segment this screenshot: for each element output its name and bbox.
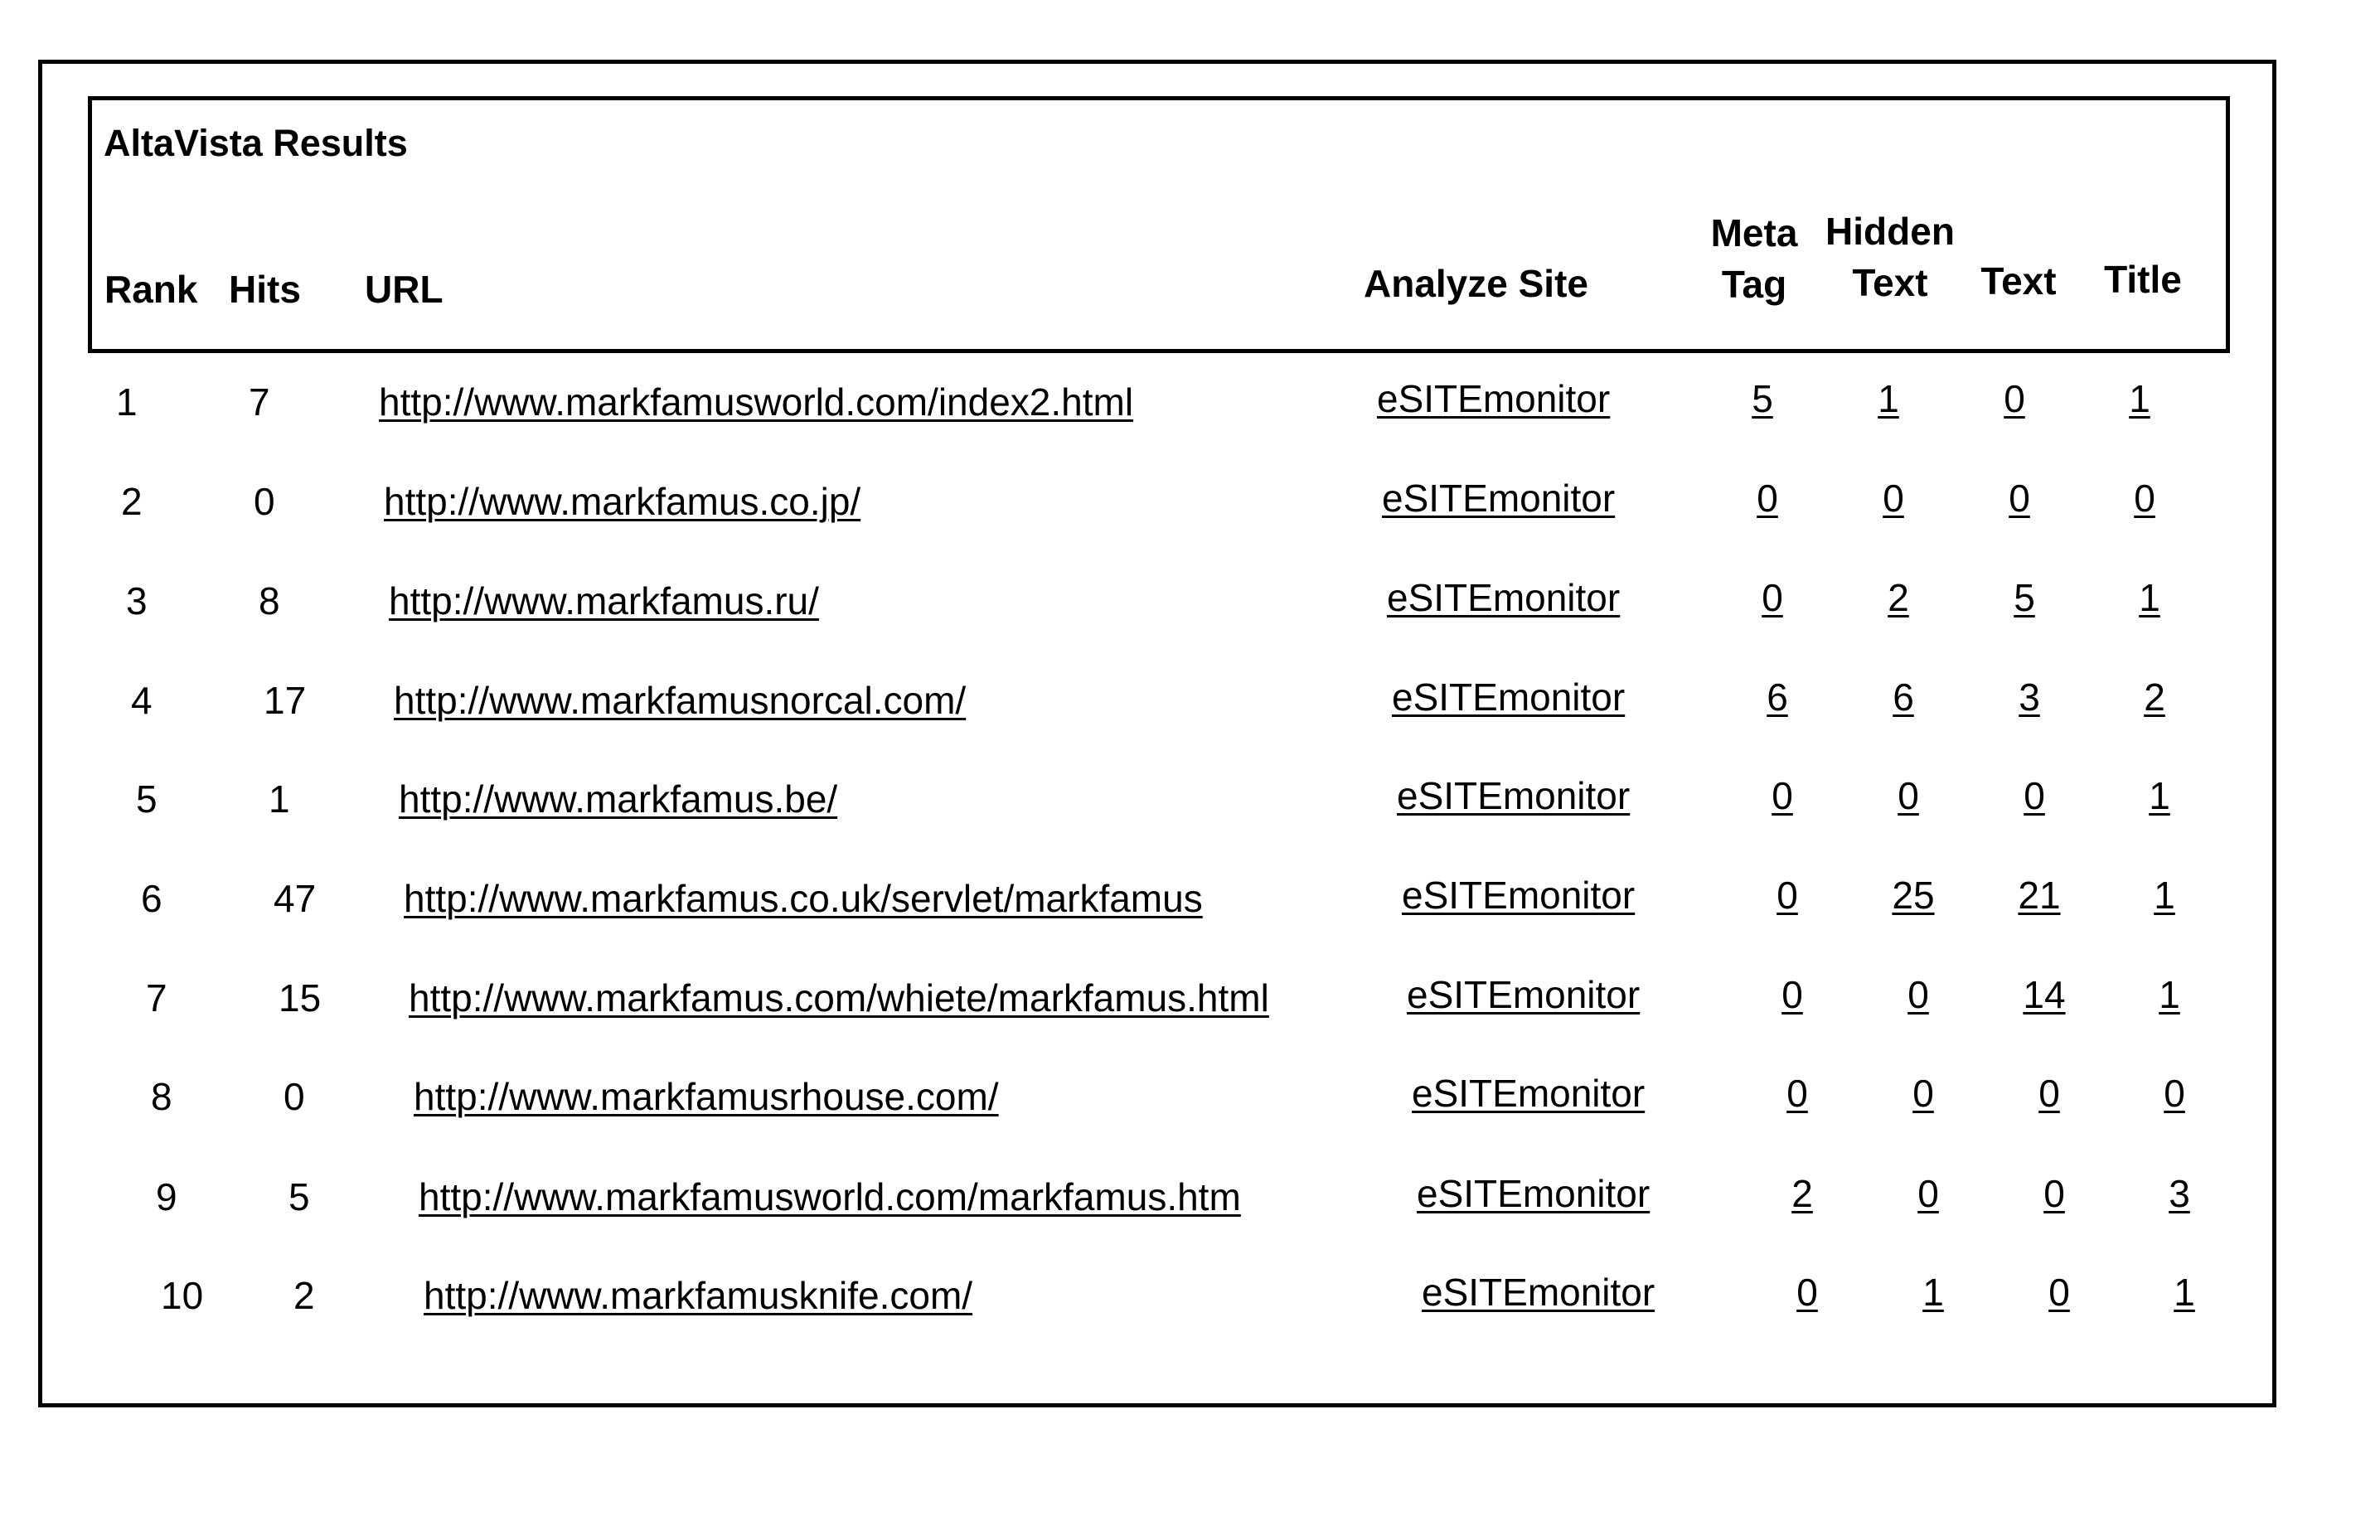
hidden-text-link[interactable]: 1 <box>1839 380 1938 418</box>
header-text: Text <box>1980 259 2057 303</box>
title-link[interactable]: 1 <box>2135 1273 2234 1311</box>
text-link[interactable]: 5 <box>1975 579 2074 617</box>
hits-cell: 8 <box>259 579 280 622</box>
meta-tag-link[interactable]: 0 <box>1718 479 1817 517</box>
meta-tag-link[interactable]: 5 <box>1713 380 1812 418</box>
meta-tag-link[interactable]: 0 <box>1733 777 1832 815</box>
hidden-text-link[interactable]: 0 <box>1878 1174 1978 1213</box>
analyze-site-link[interactable]: eSITEmonitor <box>1412 1074 1645 1112</box>
url-link[interactable]: http://www.markfamusworld.com/index2.htm… <box>379 383 1133 421</box>
hidden-text-link[interactable]: 2 <box>1849 579 1948 617</box>
hidden-text-link[interactable]: 0 <box>1844 479 1943 517</box>
rank-cell: 3 <box>126 579 148 622</box>
header-meta-tag: Meta Tag <box>1696 207 1812 310</box>
hits-cell: 15 <box>279 976 322 1019</box>
hits-cell: 17 <box>264 679 307 722</box>
rank-cell: 7 <box>146 976 167 1019</box>
url-link[interactable]: http://www.markfamusworld.com/markfamus.… <box>419 1178 1241 1216</box>
header-meta-tag-line1: Meta <box>1710 211 1798 254</box>
hidden-text-link[interactable]: 25 <box>1864 876 1963 914</box>
url-link[interactable]: http://www.markfamus.com/whiete/markfamu… <box>409 979 1269 1017</box>
hits-cell: 7 <box>249 380 270 424</box>
hidden-text-link[interactable]: 0 <box>1869 976 1968 1014</box>
hidden-text-link[interactable]: 0 <box>1859 777 1958 815</box>
meta-tag-link[interactable]: 0 <box>1738 876 1837 914</box>
url-link[interactable]: http://www.markfamusknife.com/ <box>424 1276 972 1315</box>
text-link[interactable]: 3 <box>1980 678 2079 716</box>
header-url: URL <box>365 268 444 311</box>
url-link[interactable]: http://www.markfamus.be/ <box>399 780 837 818</box>
header-title: Title <box>2104 258 2182 301</box>
url-link[interactable]: http://www.markfamus.co.jp/ <box>384 482 860 521</box>
header-rank: Rank <box>104 268 198 311</box>
rank-cell: 8 <box>151 1075 172 1118</box>
rank-cell: 9 <box>156 1175 177 1218</box>
meta-tag-link[interactable]: 0 <box>1757 1273 1857 1311</box>
analyze-site-link[interactable]: eSITEmonitor <box>1387 579 1620 617</box>
url-link[interactable]: http://www.markfamusnorcal.com/ <box>394 681 966 719</box>
analyze-site-link[interactable]: eSITEmonitor <box>1377 380 1610 418</box>
header-analyze-site: Analyze Site <box>1364 262 1588 305</box>
hits-cell: 1 <box>269 777 290 821</box>
hits-cell: 5 <box>288 1175 310 1218</box>
hits-cell: 2 <box>293 1274 315 1317</box>
text-link[interactable]: 0 <box>2004 1174 2104 1213</box>
title-link[interactable]: 1 <box>2090 380 2189 418</box>
header-hidden-text: Hidden Text <box>1815 206 1965 308</box>
analyze-site-link[interactable]: eSITEmonitor <box>1397 777 1630 815</box>
text-link[interactable]: 0 <box>1985 777 2084 815</box>
text-link[interactable]: 0 <box>2009 1273 2109 1311</box>
analyze-site-link[interactable]: eSITEmonitor <box>1392 678 1625 716</box>
title-link[interactable]: 3 <box>2130 1174 2229 1213</box>
meta-tag-link[interactable]: 0 <box>1723 579 1822 617</box>
panel-title: AltaVista Results <box>104 122 408 164</box>
title-link[interactable]: 1 <box>2120 976 2219 1014</box>
text-link[interactable]: 0 <box>1999 1074 2099 1112</box>
title-link[interactable]: 0 <box>2095 479 2194 517</box>
rank-cell: 6 <box>141 877 162 920</box>
analyze-site-link[interactable]: eSITEmonitor <box>1417 1174 1650 1213</box>
text-link[interactable]: 0 <box>1970 479 2069 517</box>
analyze-site-link[interactable]: eSITEmonitor <box>1382 479 1615 517</box>
title-link[interactable]: 1 <box>2115 876 2214 914</box>
rank-cell: 1 <box>116 380 138 424</box>
hits-cell: 47 <box>274 877 317 920</box>
hidden-text-link[interactable]: 6 <box>1854 678 1953 716</box>
rank-cell: 2 <box>121 480 143 523</box>
meta-tag-link[interactable]: 0 <box>1747 1074 1847 1112</box>
url-link[interactable]: http://www.markfamusrhouse.com/ <box>414 1078 999 1116</box>
analyze-site-link[interactable]: eSITEmonitor <box>1407 976 1640 1014</box>
hits-cell: 0 <box>284 1075 305 1118</box>
title-link[interactable]: 1 <box>2110 777 2209 815</box>
header-hits: Hits <box>229 268 301 311</box>
header-hidden-text-line2: Text <box>1852 261 1928 304</box>
rank-cell: 5 <box>136 777 158 821</box>
url-link[interactable]: http://www.markfamus.co.uk/servlet/markf… <box>404 879 1203 918</box>
analyze-site-link[interactable]: eSITEmonitor <box>1422 1273 1655 1311</box>
hits-cell: 0 <box>254 480 275 523</box>
text-link[interactable]: 14 <box>1995 976 2094 1014</box>
title-link[interactable]: 0 <box>2125 1074 2224 1112</box>
title-link[interactable]: 2 <box>2105 678 2204 716</box>
url-link[interactable]: http://www.markfamus.ru/ <box>389 582 819 620</box>
text-link[interactable]: 21 <box>1990 876 2089 914</box>
meta-tag-link[interactable]: 2 <box>1752 1174 1852 1213</box>
header-hidden-text-line1: Hidden <box>1825 210 1955 253</box>
analyze-site-link[interactable]: eSITEmonitor <box>1402 876 1635 914</box>
meta-tag-link[interactable]: 0 <box>1743 976 1842 1014</box>
hidden-text-link[interactable]: 1 <box>1883 1273 1983 1311</box>
title-link[interactable]: 1 <box>2100 579 2199 617</box>
rank-cell: 4 <box>131 679 153 722</box>
text-link[interactable]: 0 <box>1965 380 2064 418</box>
hidden-text-link[interactable]: 0 <box>1873 1074 1973 1112</box>
rank-cell: 10 <box>161 1274 204 1317</box>
meta-tag-link[interactable]: 6 <box>1728 678 1827 716</box>
header-meta-tag-line2: Tag <box>1721 263 1787 306</box>
